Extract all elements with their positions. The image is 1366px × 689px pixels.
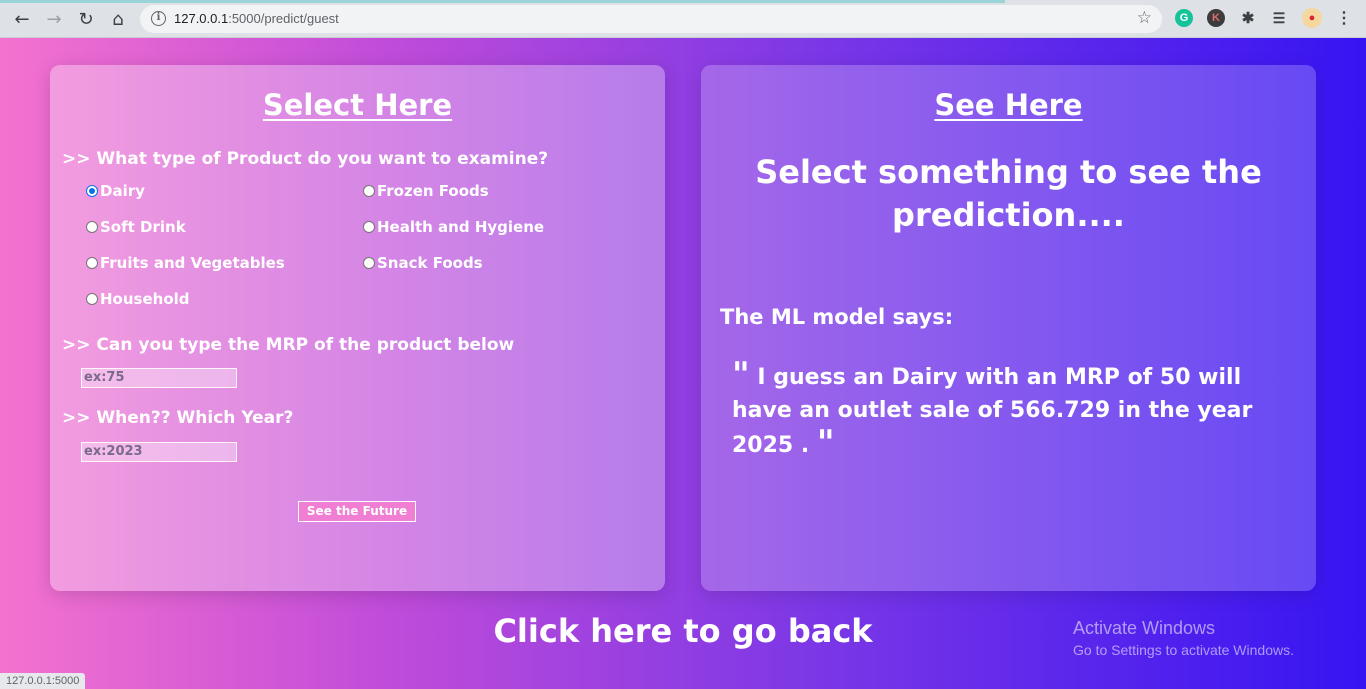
prediction-card: See Here Select something to see the pre… [701,65,1316,591]
select-title: Select Here [262,88,453,122]
see-title: See Here [934,88,1083,122]
radio-household[interactable]: Household [86,290,190,308]
radio-dairy[interactable]: Dairy [86,182,145,200]
radio-health-hygiene[interactable]: Health and Hygiene [363,218,544,236]
tab-strip-edge [0,0,1005,3]
info-icon[interactable]: i [151,11,166,26]
radio-label: Soft Drink [100,218,186,236]
menu-kebab-icon[interactable]: ⋮ [1335,9,1353,27]
mrp-input[interactable]: ex:75 [81,368,237,388]
browser-toolbar: ← → ↻ ⌂ i 127.0.0.1:5000/predict/guest ☆… [0,0,1366,38]
radio-button[interactable] [363,257,375,269]
radio-label: Snack Foods [377,254,483,272]
radio-button[interactable] [86,293,98,305]
reload-icon[interactable]: ↻ [74,7,98,31]
star-icon[interactable]: ☆ [1137,8,1152,28]
status-bar-url: 127.0.0.1:5000 [0,673,86,689]
watermark-title: Activate Windows [1073,618,1216,638]
url-text[interactable]: 127.0.0.1:5000/predict/guest [174,11,339,26]
radio-button[interactable] [86,221,98,233]
home-icon[interactable]: ⌂ [106,7,130,31]
radio-label: Fruits and Vegetables [100,254,285,272]
url-host: 127.0.0.1 [174,11,229,26]
radio-snack-foods[interactable]: Snack Foods [363,254,483,272]
reading-list-icon[interactable]: ☰ [1270,9,1288,27]
radio-fruits-vegetables[interactable]: Fruits and Vegetables [86,254,285,272]
radio-label: Health and Hygiene [377,218,545,236]
url-path: :5000/predict/guest [228,11,339,26]
forward-arrow-icon[interactable]: → [42,7,66,31]
radio-button[interactable] [86,257,98,269]
prediction-quote: " I guess an Dairy with an MRP of 50 wil… [732,358,1292,463]
radio-button-checked[interactable] [86,185,98,197]
select-card: Select Here >> What type of Product do y… [50,65,665,591]
radio-soft-drink[interactable]: Soft Drink [86,218,186,236]
radio-label: Household [100,290,190,308]
see-the-future-button[interactable]: See the Future [298,501,416,522]
extensions-puzzle-icon[interactable]: ✱ [1239,9,1257,27]
open-quote-mark: " [732,355,750,395]
product-type-question: >> What type of Product do you want to e… [62,149,549,169]
radio-label: Frozen Foods [377,182,489,200]
prediction-text: I guess an Dairy with an MRP of 50 will … [732,365,1253,458]
page-background: Select Here >> What type of Product do y… [0,38,1366,689]
radio-button[interactable] [363,185,375,197]
grammarly-icon[interactable]: G [1175,9,1193,27]
windows-activation-watermark: Activate Windows Go to Settings to activ… [1073,618,1294,658]
back-arrow-icon[interactable]: ← [10,7,34,31]
year-question: >> When?? Which Year? [62,408,294,428]
radio-frozen-foods[interactable]: Frozen Foods [363,182,489,200]
close-quote-mark: " [816,423,835,463]
profile-avatar[interactable]: ● [1302,8,1322,28]
ml-model-label: The ML model says: [720,305,954,329]
watermark-subtitle: Go to Settings to activate Windows. [1073,642,1294,658]
prediction-prompt: Select something to see the prediction..… [755,153,1262,234]
address-bar[interactable]: i 127.0.0.1:5000/predict/guest ☆ [140,5,1162,33]
k-extension-icon[interactable]: K [1207,9,1225,27]
year-input[interactable]: ex:2023 [81,442,237,462]
radio-label: Dairy [100,182,145,200]
radio-button[interactable] [363,221,375,233]
mrp-question: >> Can you type the MRP of the product b… [62,335,515,355]
